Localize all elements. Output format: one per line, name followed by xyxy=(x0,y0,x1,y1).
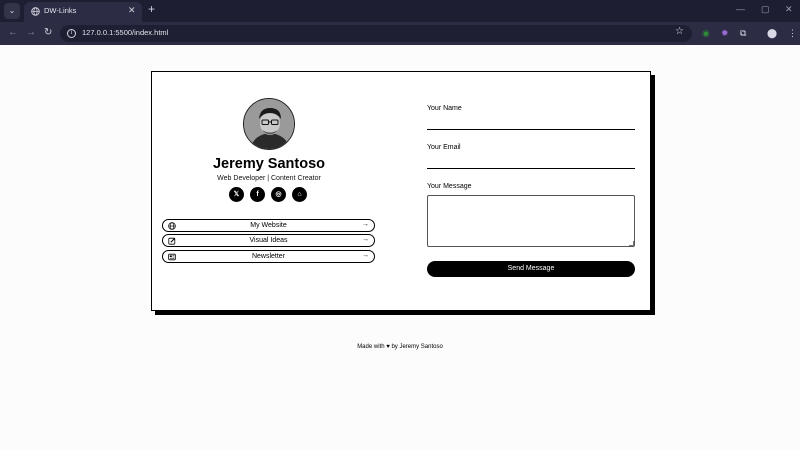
link-label: My Website xyxy=(250,221,287,229)
browser-toolbar: ← → ↻ i 127.0.0.1:5500/index.html ☆ ◉ ✹ … xyxy=(0,22,800,45)
new-tab-button[interactable]: + xyxy=(148,2,155,16)
purple-extension-icon[interactable]: ✹ xyxy=(721,27,729,39)
email-field-underline xyxy=(427,168,635,169)
maximize-button[interactable]: ▢ xyxy=(761,4,770,15)
arrow-right-icon: → xyxy=(362,252,369,259)
avatar-image xyxy=(244,99,294,149)
browser-tab-bar: ⌄ DW-Links ✕ + — ▢ ✕ xyxy=(0,0,800,22)
close-window-button[interactable]: ✕ xyxy=(785,4,793,15)
arrow-right-icon: → xyxy=(362,236,369,243)
x-icon[interactable]: 𝕏 xyxy=(229,187,244,202)
avatar xyxy=(243,98,295,150)
info-icon[interactable]: i xyxy=(67,29,76,38)
message-field-label: Your Message xyxy=(427,183,472,190)
link-label: Newsletter xyxy=(251,252,286,260)
footer: Made with ♥ by Jeremy Santoso xyxy=(0,344,800,350)
instagram-icon[interactable]: ◎ xyxy=(271,187,286,202)
kebab-menu-icon[interactable]: ⋮ xyxy=(788,27,797,39)
url-text[interactable]: 127.0.0.1:5500/index.html xyxy=(82,28,168,37)
name-field-underline xyxy=(427,129,635,130)
facebook-icon[interactable]: f xyxy=(250,187,265,202)
link-my-website[interactable]: My Website → xyxy=(162,219,375,232)
link-visual-ideas[interactable]: Visual Ideas → xyxy=(162,234,375,247)
forward-button[interactable]: → xyxy=(26,27,36,39)
star-icon[interactable]: ☆ xyxy=(675,26,684,37)
back-button[interactable]: ← xyxy=(8,27,18,39)
footer-author: by Jeremy Santoso xyxy=(391,344,443,350)
social-links: 𝕏 f ◎ ⌂ xyxy=(229,187,309,203)
green-extension-icon[interactable]: ◉ xyxy=(702,27,710,39)
resize-handle[interactable] xyxy=(629,241,634,246)
minimize-button[interactable]: — xyxy=(736,4,745,14)
send-message-button[interactable]: Send Message xyxy=(427,261,635,277)
browser-tab[interactable]: DW-Links ✕ xyxy=(24,2,142,22)
puzzle-icon[interactable]: ⧉ xyxy=(740,27,746,39)
close-icon[interactable]: ✕ xyxy=(128,5,136,16)
email-field[interactable] xyxy=(427,154,635,168)
email-field-label: Your Email xyxy=(427,144,461,151)
tab-search-button[interactable]: ⌄ xyxy=(4,3,20,19)
address-bar[interactable]: i 127.0.0.1:5500/index.html ☆ xyxy=(60,25,692,42)
profile-role: Web Developer | Content Creator xyxy=(217,175,321,182)
globe-icon xyxy=(31,7,40,16)
arrow-right-icon: → xyxy=(362,221,369,228)
profile-icon[interactable]: ⬤ xyxy=(767,27,777,39)
name-field-label: Your Name xyxy=(427,105,462,112)
profile-card: Jeremy Santoso Web Developer | Content C… xyxy=(151,71,651,311)
link-newsletter[interactable]: Newsletter → xyxy=(162,250,375,263)
message-field[interactable] xyxy=(427,195,635,247)
name-field[interactable] xyxy=(427,115,635,129)
tab-title: DW-Links xyxy=(44,6,77,15)
link-label: Visual Ideas xyxy=(249,236,288,244)
heart-icon: ♥ xyxy=(386,344,390,350)
github-icon[interactable]: ⌂ xyxy=(292,187,307,202)
footer-prefix: Made with xyxy=(357,344,385,350)
profile-name: Jeremy Santoso xyxy=(212,156,326,172)
reload-button[interactable]: ↻ xyxy=(44,27,52,39)
